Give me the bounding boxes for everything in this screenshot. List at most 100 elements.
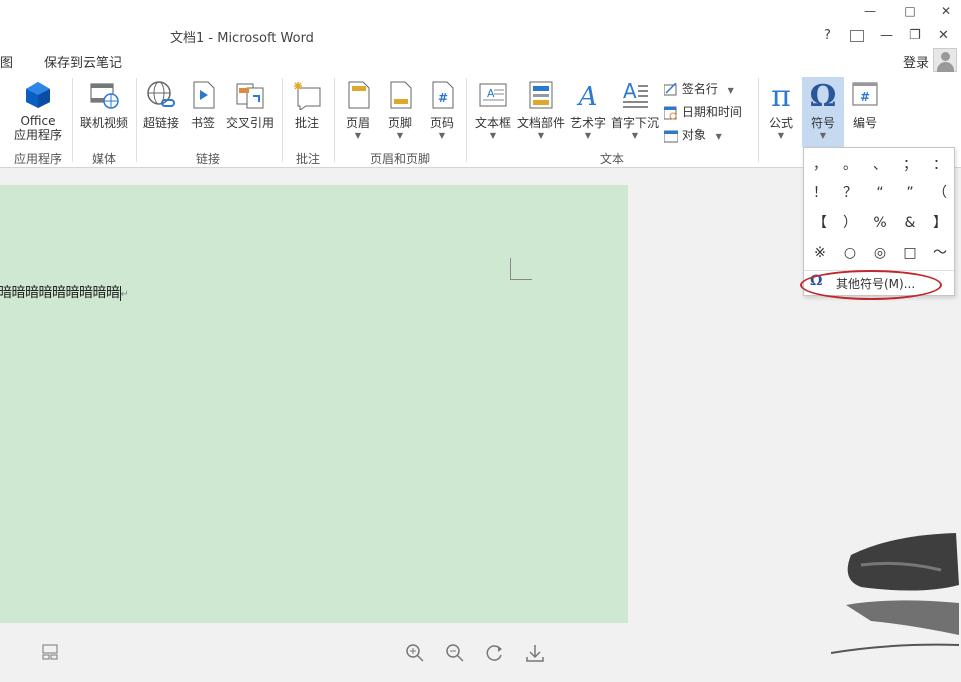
symbol-cell[interactable]: & <box>895 208 925 238</box>
wordart-label: 艺术字 <box>569 116 606 130</box>
object-icon <box>663 129 679 143</box>
svg-text:#: # <box>438 91 448 105</box>
symbol-cell[interactable]: % <box>865 208 895 238</box>
svg-text:π: π <box>771 80 791 110</box>
numbering-button[interactable]: # 编号 <box>846 80 884 131</box>
object-button[interactable]: 对象 ▼ <box>663 126 756 146</box>
chevron-down-icon: ▼ <box>396 131 404 140</box>
symbol-cell[interactable]: □ <box>895 238 925 268</box>
symbol-cell[interactable]: ～ <box>925 238 955 268</box>
symbol-cell[interactable]: 、 <box>865 150 895 180</box>
equation-button[interactable]: π 公式 ▼ <box>762 79 800 141</box>
wordart-button[interactable]: A 艺术字 ▼ <box>568 80 608 141</box>
group-label-comments: 批注 <box>295 152 320 166</box>
rotate-icon[interactable] <box>485 643 505 663</box>
highlight-annotation <box>800 270 942 300</box>
maximize-button[interactable]: □ <box>902 4 918 18</box>
wordart-icon: A <box>573 80 603 112</box>
hyperlink-button[interactable]: 超链接 <box>140 80 182 131</box>
group-label-media: 媒体 <box>91 152 116 166</box>
symbol-cell[interactable]: 】 <box>925 208 955 238</box>
ribbon-display-options-icon[interactable] <box>850 30 864 42</box>
symbol-cell[interactable]: “ <box>865 178 895 208</box>
symbol-cell[interactable]: ！ <box>805 178 835 208</box>
symbol-cell[interactable]: ： <box>925 150 955 180</box>
paragraph-mark: ↵ <box>120 289 129 300</box>
symbol-cell[interactable]: ◎ <box>865 238 895 268</box>
page-number-label: 页码 <box>429 116 454 130</box>
pi-icon: π <box>766 79 796 114</box>
quick-parts-button[interactable]: 文档部件 ▼ <box>516 80 566 141</box>
new-comment-button[interactable]: 批注 <box>288 80 326 131</box>
ribbon-divider <box>466 78 467 162</box>
document-text: 暗暗暗暗暗暗暗暗暗 <box>0 285 120 301</box>
symbol-cell[interactable]: ； <box>895 150 925 180</box>
drop-cap-button[interactable]: A 首字下沉 ▼ <box>610 79 660 141</box>
symbol-cell[interactable]: ” <box>895 178 925 208</box>
date-time-label: 日期和时间 <box>681 105 742 119</box>
quick-parts-label: 文档部件 <box>516 116 565 130</box>
group-label-apps: 应用程序 <box>13 152 62 166</box>
office-apps-label-1: Office <box>20 114 56 128</box>
ribbon-divider <box>282 78 283 162</box>
text-box-icon: A <box>478 80 508 110</box>
group-label-header-footer: 页眉和页脚 <box>369 152 430 166</box>
zoom-in-icon[interactable] <box>405 643 425 663</box>
chevron-down-icon: ▼ <box>438 131 446 140</box>
text-box-label: 文本框 <box>474 116 511 130</box>
window-restore-button[interactable]: ❐ <box>909 28 921 43</box>
text-box-button[interactable]: A 文本框 ▼ <box>472 80 514 141</box>
ribbon-divider <box>72 78 73 162</box>
help-icon[interactable]: ? <box>824 28 831 43</box>
comment-label: 批注 <box>294 116 319 130</box>
avatar[interactable] <box>933 48 957 72</box>
svg-text:#: # <box>860 90 870 104</box>
cross-reference-label: 交叉引用 <box>225 116 274 130</box>
close-button[interactable]: ✕ <box>938 4 954 18</box>
window-close-button[interactable]: ✕ <box>938 28 949 43</box>
cross-reference-button[interactable]: 交叉引用 <box>224 80 276 131</box>
symbol-cell[interactable]: ？ <box>835 178 865 208</box>
symbol-cell[interactable]: 【 <box>805 208 835 238</box>
header-button[interactable]: 页眉 ▼ <box>340 80 376 141</box>
svg-text:A: A <box>487 87 495 100</box>
window-minimize-button[interactable]: — <box>880 28 893 43</box>
zoom-out-icon[interactable] <box>445 643 465 663</box>
symbol-cell[interactable]: ， <box>805 150 835 180</box>
symbol-cell[interactable]: ○ <box>835 238 865 268</box>
symbol-cell[interactable]: ） <box>835 208 865 238</box>
document-page[interactable]: 暗暗暗暗暗暗暗暗暗↵ <box>0 185 628 623</box>
symbol-cell[interactable]: （ <box>925 178 955 208</box>
tab-view[interactable]: 图 <box>0 52 13 71</box>
window-title: 文档1 - Microsoft Word <box>170 31 314 46</box>
bookmark-button[interactable]: 书签 <box>186 80 220 131</box>
ribbon-divider <box>136 78 137 162</box>
layout-icon[interactable] <box>40 643 60 663</box>
login-link[interactable]: 登录 <box>903 52 929 71</box>
comment-icon <box>292 80 322 111</box>
bookmark-icon <box>188 80 218 110</box>
chevron-down-icon: ▼ <box>819 131 827 140</box>
tab-save-to-cloud-notes[interactable]: 保存到云笔记 <box>44 52 122 71</box>
signature-pen-icon <box>663 81 678 97</box>
footer-icon <box>385 80 415 110</box>
footer-button[interactable]: 页脚 ▼ <box>382 80 418 141</box>
page-number-button[interactable]: # 页码 ▼ <box>424 80 460 141</box>
cross-reference-icon <box>235 80 265 110</box>
header-label: 页眉 <box>345 116 370 130</box>
signature-line-label: 签名行 <box>681 82 718 96</box>
signature-line-button[interactable]: 签名行 ▼ <box>663 80 756 100</box>
online-video-button[interactable]: 联机视频 <box>78 80 130 131</box>
document-text-line[interactable]: 暗暗暗暗暗暗暗暗暗↵ <box>0 282 129 302</box>
symbol-button[interactable]: Ω 符号 ▼ <box>802 77 844 147</box>
chevron-down-icon: ▼ <box>715 132 722 141</box>
calendar-clock-icon <box>663 106 678 120</box>
date-time-button[interactable]: 日期和时间 <box>663 103 756 123</box>
symbol-cell[interactable]: ※ <box>805 238 835 268</box>
menu-bar: 图 保存到云笔记 登录 <box>0 48 961 74</box>
office-apps-label-2: 应用程序 <box>13 128 62 142</box>
office-apps-button[interactable]: Office 应用程序 <box>6 80 70 142</box>
download-icon[interactable] <box>525 643 545 663</box>
minimize-button[interactable]: — <box>862 4 878 18</box>
symbol-cell[interactable]: 。 <box>835 150 865 180</box>
